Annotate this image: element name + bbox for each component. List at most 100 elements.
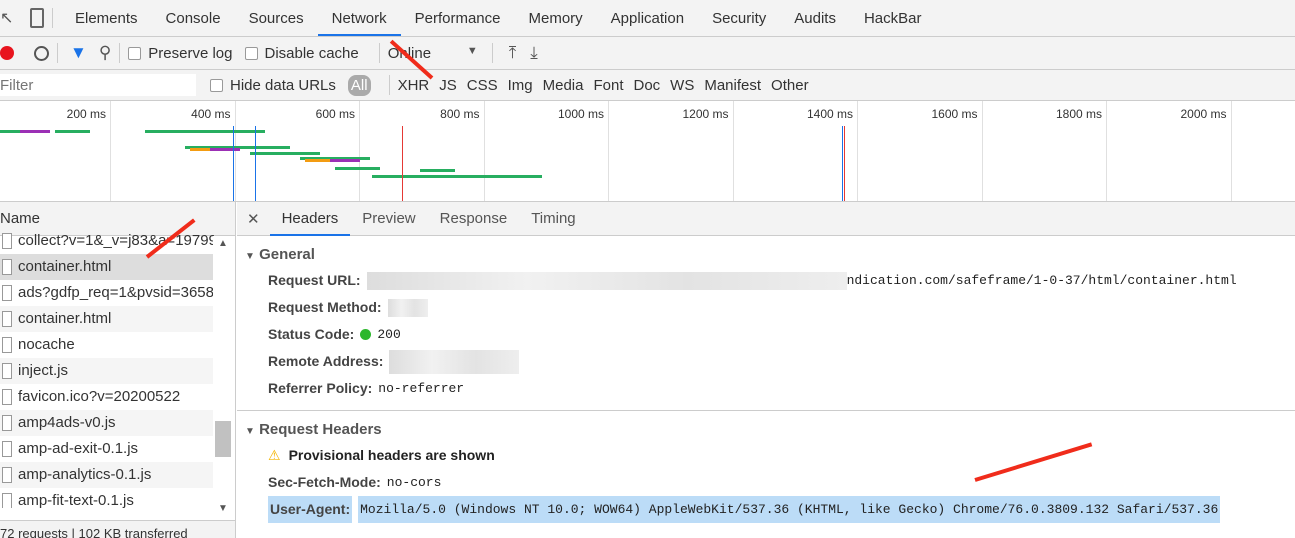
device-toolbar-icon[interactable] xyxy=(30,8,44,28)
triangle-down-icon: ▼ xyxy=(245,426,255,437)
request-name: amp-ad-exit-0.1.js xyxy=(18,440,139,457)
file-icon xyxy=(2,441,12,457)
tab-response[interactable]: Response xyxy=(428,202,520,236)
waterfall-bar xyxy=(250,152,320,155)
tick-label: 1800 ms xyxy=(1055,107,1102,121)
scroll-down-icon[interactable]: ▼ xyxy=(218,503,228,514)
tab-console[interactable]: Console xyxy=(152,0,235,36)
request-method-row: Request Method: xyxy=(237,294,1295,321)
import-har-icon[interactable]: ⤒ xyxy=(509,43,517,63)
tab-timing[interactable]: Timing xyxy=(519,202,587,236)
request-headers-section-header[interactable]: ▼ Request Headers xyxy=(237,411,1295,438)
tick-label: 2000 ms xyxy=(1180,107,1227,121)
request-row[interactable]: favicon.ico?v=20200522 xyxy=(0,384,214,410)
status-ok-icon xyxy=(360,329,372,340)
file-icon xyxy=(2,493,12,508)
scrollbar-thumb[interactable] xyxy=(215,421,231,457)
filter-type-all[interactable]: All xyxy=(347,74,371,96)
request-row[interactable]: inject.js xyxy=(0,358,214,384)
preserve-log-checkbox[interactable]: Preserve log xyxy=(128,45,233,62)
tab-headers[interactable]: Headers xyxy=(269,202,351,236)
chevron-down-icon: ▼ xyxy=(466,44,478,57)
request-list-scrollbar[interactable]: ▲ ▼ xyxy=(213,236,235,518)
scroll-up-icon[interactable]: ▲ xyxy=(218,238,228,249)
request-row[interactable]: amp-ad-exit-0.1.js xyxy=(0,436,214,462)
filter-input[interactable] xyxy=(0,74,196,96)
grid-line xyxy=(359,101,360,201)
filter-type-media[interactable]: Media xyxy=(543,77,584,94)
request-name: container.html xyxy=(18,258,112,275)
tab-security[interactable]: Security xyxy=(698,0,780,36)
filter-type-css[interactable]: CSS xyxy=(467,77,498,94)
disable-cache-checkbox[interactable]: Disable cache xyxy=(244,45,359,62)
tab-network[interactable]: Network xyxy=(317,0,401,36)
tab-sources[interactable]: Sources xyxy=(235,0,318,36)
filter-icon[interactable]: ▼ xyxy=(70,43,87,63)
warning-icon: ⚠ xyxy=(268,447,281,463)
request-row[interactable]: amp-fit-text-0.1.js xyxy=(0,488,214,508)
redacted-blur xyxy=(366,271,847,290)
tab-memory[interactable]: Memory xyxy=(515,0,597,36)
close-icon[interactable]: ✕ xyxy=(237,210,270,228)
filter-type-xhr[interactable]: XHR xyxy=(398,77,430,94)
timing-marker xyxy=(844,126,845,201)
timing-marker xyxy=(842,126,843,201)
waterfall-bar xyxy=(420,169,455,172)
tab-hackbar[interactable]: HackBar xyxy=(850,0,936,36)
grid-line xyxy=(732,101,734,201)
hide-data-urls-checkbox[interactable]: Hide data URLs xyxy=(210,77,336,94)
inspect-icon[interactable]: ↖ xyxy=(0,8,22,28)
referrer-policy-row: Referrer Policy: no-referrer xyxy=(268,380,465,396)
request-row[interactable]: amp4ads-v0.js xyxy=(0,410,214,436)
request-name: collect?v=1&_v=j83&a=19799 xyxy=(18,232,214,249)
tab-performance[interactable]: Performance xyxy=(401,0,515,36)
network-toolbar: ▼ ⚲ Preserve log Disable cache Online ▼ ⤒… xyxy=(0,37,1295,70)
record-button[interactable] xyxy=(0,46,14,60)
grid-line xyxy=(857,101,858,201)
filter-type-manifest[interactable]: Manifest xyxy=(704,77,761,94)
filter-type-font[interactable]: Font xyxy=(593,77,623,94)
waterfall-bar xyxy=(190,148,210,151)
filter-type-doc[interactable]: Doc xyxy=(633,77,660,94)
tick-label: 1400 ms xyxy=(806,107,853,121)
grid-line xyxy=(608,101,609,201)
request-row[interactable]: amp-analytics-0.1.js xyxy=(0,462,214,488)
request-row[interactable]: container.html xyxy=(0,254,214,280)
tick-label: 1200 ms xyxy=(682,107,729,121)
tab-elements[interactable]: Elements xyxy=(61,0,152,36)
request-name: inject.js xyxy=(18,362,69,379)
provisional-warning: ⚠ Provisional headers are shown xyxy=(237,442,1295,469)
details-tab-bar: ✕ Headers Preview Response Timing xyxy=(237,202,1295,236)
tick-label: 1000 ms xyxy=(557,107,604,121)
panel-tab-bar: ↖ Elements Console Sources Network Performan… xyxy=(0,0,1295,37)
request-row[interactable]: container.html xyxy=(0,306,214,332)
redacted-blur xyxy=(389,349,520,374)
timing-marker xyxy=(402,126,403,201)
redacted-blur xyxy=(387,298,428,317)
sec-fetch-mode-row: Sec-Fetch-Mode: no-cors xyxy=(268,474,442,490)
network-overview-timeline[interactable]: 200 ms 400 ms 600 ms 800 ms 1000 ms 1200 ms 14… xyxy=(0,101,1295,223)
tab-audits[interactable]: Audits xyxy=(780,0,850,36)
filter-type-img[interactable]: Img xyxy=(508,77,533,94)
file-icon xyxy=(2,259,12,275)
filter-type-other[interactable]: Other xyxy=(771,77,809,94)
search-icon[interactable]: ⚲ xyxy=(99,43,111,63)
file-icon xyxy=(2,467,12,483)
grid-line xyxy=(1106,101,1107,201)
request-row[interactable]: ads?gdfp_req=1&pvsid=3658... xyxy=(0,280,214,306)
tab-preview[interactable]: Preview xyxy=(350,202,427,236)
export-har-icon[interactable]: ⤓ xyxy=(530,43,538,63)
request-name: amp-analytics-0.1.js xyxy=(18,466,152,483)
file-icon xyxy=(2,311,12,327)
timing-marker xyxy=(255,126,256,201)
general-section-header[interactable]: ▼ General xyxy=(237,236,1295,263)
tab-application[interactable]: Application xyxy=(597,0,698,36)
request-row[interactable]: nocache xyxy=(0,332,214,358)
timing-marker xyxy=(233,126,234,201)
clear-icon[interactable] xyxy=(34,45,49,61)
grid-line xyxy=(981,101,983,201)
waterfall-bar xyxy=(210,148,240,151)
waterfall-bar xyxy=(20,130,50,133)
filter-type-js[interactable]: JS xyxy=(439,77,457,94)
filter-type-ws[interactable]: WS xyxy=(670,77,694,94)
